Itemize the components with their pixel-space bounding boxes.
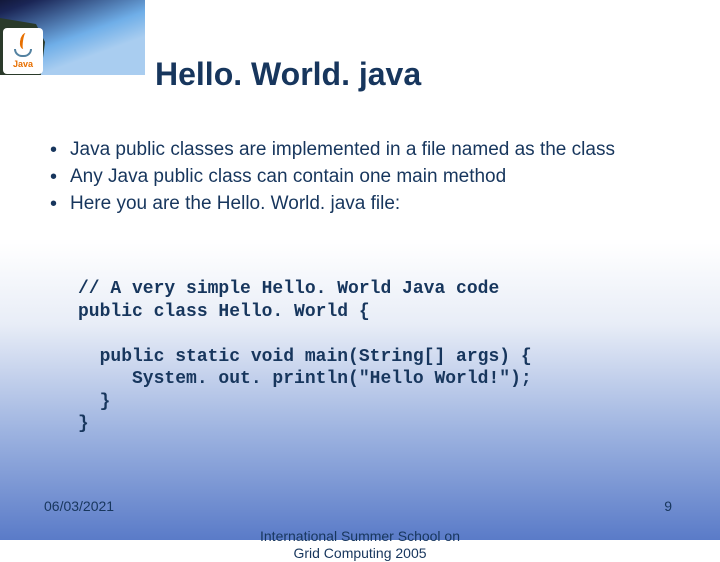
bullet-item: Any Java public class can contain one ma… xyxy=(48,165,680,189)
java-logo-text: Java xyxy=(13,59,33,69)
footer-venue: International Summer School on Grid Comp… xyxy=(0,528,720,562)
footer-date: 06/03/2021 xyxy=(44,498,114,514)
footer-venue-line1: International Summer School on xyxy=(260,528,460,544)
bullet-item: Here you are the Hello. World. java file… xyxy=(48,192,680,216)
footer-venue-line2: Grid Computing 2005 xyxy=(293,545,426,561)
slide-title: Hello. World. java xyxy=(155,56,421,93)
footer-page-number: 9 xyxy=(664,498,672,514)
steam-icon xyxy=(16,33,30,51)
bullet-item: Java public classes are implemented in a… xyxy=(48,138,680,162)
header-scenery-image: Java xyxy=(0,0,145,75)
bullet-list: Java public classes are implemented in a… xyxy=(48,138,680,218)
java-logo: Java xyxy=(3,28,43,74)
code-block: // A very simple Hello. World Java code … xyxy=(78,278,660,436)
